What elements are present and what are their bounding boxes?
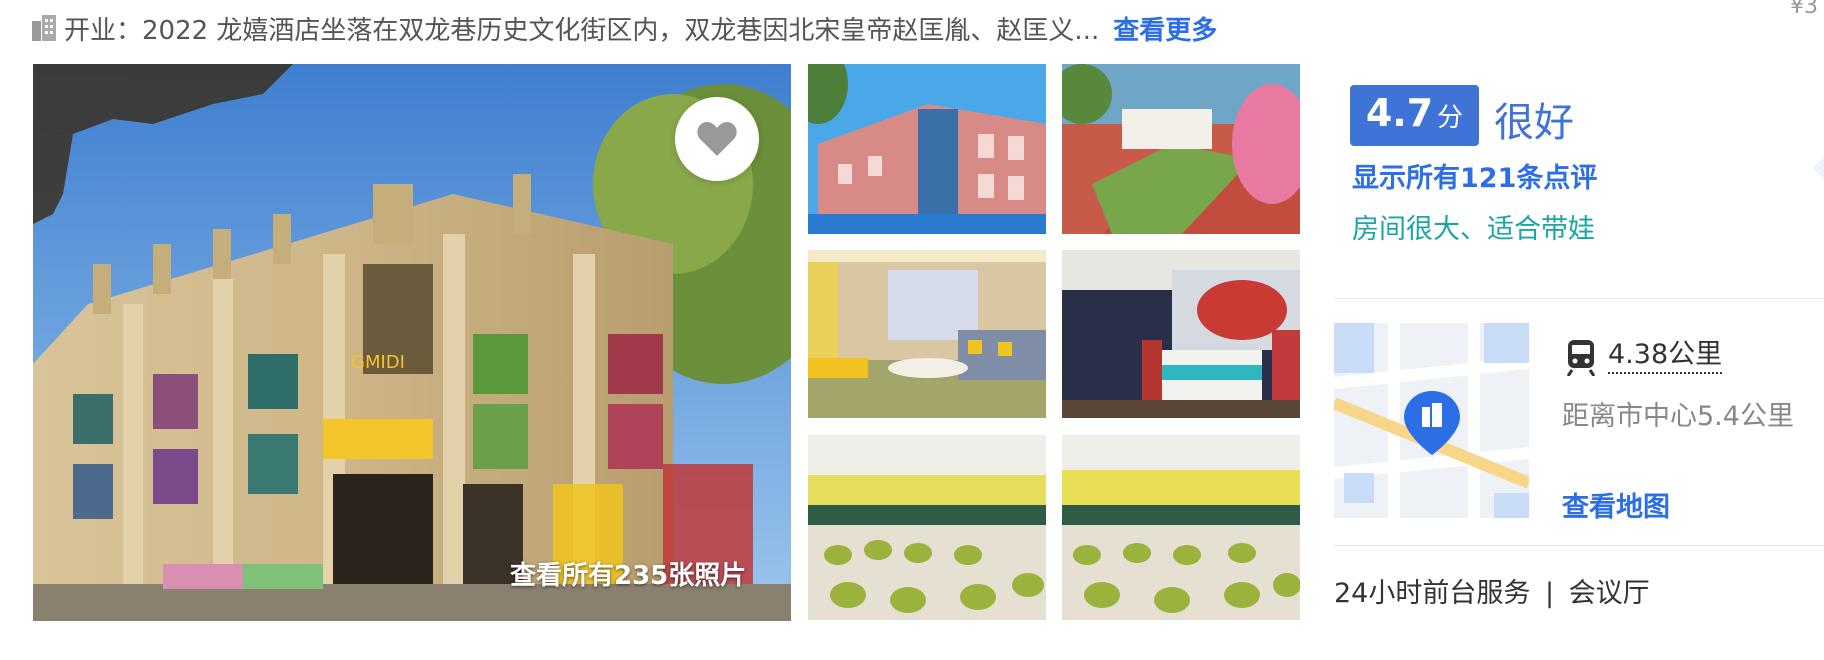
score-unit: 分 [1437, 103, 1464, 133]
building-icon [32, 15, 56, 41]
hotel-detail-card: 开业：2022 龙嬉酒店坐落在双龙巷历史文化街区内，双龙巷因北宋皇帝赵匡胤、赵匡… [0, 0, 1824, 660]
chevron-left-icon[interactable] [1804, 148, 1824, 188]
view-all-photos-link[interactable]: 查看所有235张照片 [510, 555, 746, 592]
thumb-bedroom[interactable] [1062, 250, 1300, 418]
city-center-distance: 距离市中心5.4公里 [1562, 401, 1794, 432]
view-map-link[interactable]: 查看地图 [1562, 485, 1670, 524]
thumb-dining-hall-2[interactable] [1062, 435, 1300, 620]
thumb-exterior-building[interactable] [808, 64, 1046, 234]
thumb-courtyard-mural[interactable] [1062, 64, 1300, 234]
facility-item: 24小时前台服务 [1334, 578, 1531, 609]
hotel-intro-line: 开业：2022 龙嬉酒店坐落在双龙巷历史文化街区内，双龙巷因北宋皇帝赵匡胤、赵匡… [32, 8, 1217, 48]
corner-price: ¥3 [1790, 0, 1818, 19]
divider [1334, 545, 1824, 546]
train-icon [1566, 340, 1596, 377]
score-badge: 4.7 分 [1350, 85, 1479, 146]
hotel-intro-text: 开业：2022 龙嬉酒店坐落在双龙巷历史文化街区内，双龙巷因北宋皇帝赵匡胤、赵匡… [64, 15, 1100, 46]
map-thumbnail[interactable] [1334, 323, 1529, 518]
all-reviews-link[interactable]: 显示所有121条点评 [1352, 156, 1597, 195]
divider [1334, 298, 1824, 299]
facility-item: 会议厅 [1568, 578, 1650, 609]
thumb-dining-hall-1[interactable] [808, 435, 1046, 620]
heart-icon [697, 122, 737, 156]
favorite-button[interactable] [675, 97, 759, 181]
see-more-link[interactable]: 查看更多 [1113, 10, 1217, 47]
hotel-sign-text: GMIDI [351, 352, 405, 373]
review-highlights: 房间很大、适合带娃 [1352, 214, 1595, 245]
facility-separator: | [1544, 578, 1555, 609]
rating-label: 很好 [1494, 100, 1574, 146]
thumb-living-room[interactable] [808, 250, 1046, 418]
score-value: 4.7 [1365, 91, 1434, 135]
facilities-list: 24小时前台服务 | 会议厅 [1334, 571, 1650, 610]
station-distance[interactable]: 4.38公里 [1608, 338, 1723, 374]
